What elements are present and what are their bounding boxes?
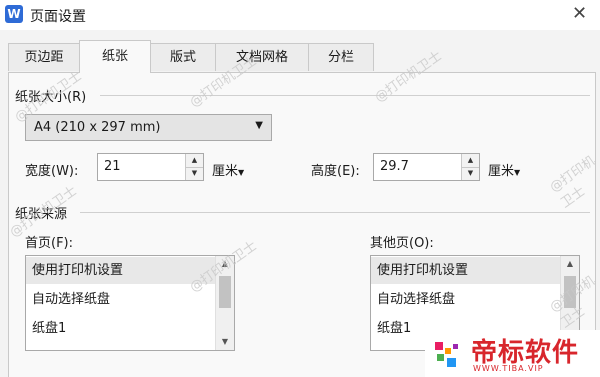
tab-columns[interactable]: 分栏 [308, 43, 374, 71]
dialog-title: 页面设置 [30, 9, 86, 25]
dropdown-arrow-icon: ▼ [238, 168, 245, 177]
tab-layout[interactable]: 版式 [150, 43, 216, 71]
brand-watermark: 帝标软件 WWW.TIBA.VIP [425, 330, 600, 377]
list-item[interactable]: 使用打印机设置 [371, 257, 562, 284]
scroll-down-icon[interactable]: ▼ [216, 334, 234, 350]
brand-logo-icon [435, 342, 458, 367]
other-pages-label: 其他页(O): [370, 236, 434, 251]
list-item[interactable]: 自动选择纸盘 [26, 286, 217, 313]
height-label: 高度(E): [311, 164, 360, 179]
scroll-up-icon[interactable]: ▲ [561, 256, 579, 272]
list-item[interactable]: 自动选择纸盘 [371, 286, 562, 313]
tab-margins[interactable]: 页边距 [8, 43, 80, 71]
group-divider [80, 212, 590, 213]
wps-writer-icon: W [5, 5, 23, 23]
brand-url: WWW.TIBA.VIP [473, 364, 544, 373]
height-input[interactable]: 29.7 [380, 159, 409, 174]
height-unit-dropdown[interactable]: 厘米▼ [488, 160, 520, 179]
width-unit-dropdown[interactable]: 厘米▼ [212, 160, 244, 179]
width-unit-label: 厘米 [212, 164, 239, 179]
paper-size-select[interactable]: A4 (210 x 297 mm) ▼ [25, 114, 272, 141]
first-page-label: 首页(F): [25, 236, 74, 251]
width-stepper[interactable]: 21 ▲ ▼ [97, 153, 204, 181]
height-unit-label: 厘米 [488, 164, 515, 179]
height-spin-buttons: ▲ ▼ [461, 154, 479, 180]
scroll-thumb[interactable] [219, 276, 231, 308]
spin-down-icon[interactable]: ▼ [186, 167, 203, 180]
width-label: 宽度(W): [25, 164, 79, 179]
height-stepper[interactable]: 29.7 ▲ ▼ [373, 153, 480, 181]
dropdown-arrow-icon: ▼ [255, 120, 263, 131]
title-bar: W 页面设置 ✕ [0, 0, 600, 30]
paper-size-value: A4 (210 x 297 mm) [34, 120, 161, 135]
width-spin-buttons: ▲ ▼ [185, 154, 203, 180]
spin-down-icon[interactable]: ▼ [462, 167, 479, 180]
spin-up-icon[interactable]: ▲ [462, 154, 479, 168]
spin-up-icon[interactable]: ▲ [186, 154, 203, 168]
close-icon[interactable]: ✕ [572, 3, 587, 24]
list-item[interactable]: 纸盘1 [26, 315, 217, 342]
dropdown-arrow-icon: ▼ [514, 168, 521, 177]
width-input[interactable]: 21 [104, 159, 121, 174]
group-divider [100, 95, 590, 96]
tab-paper[interactable]: 纸张 [79, 40, 151, 73]
